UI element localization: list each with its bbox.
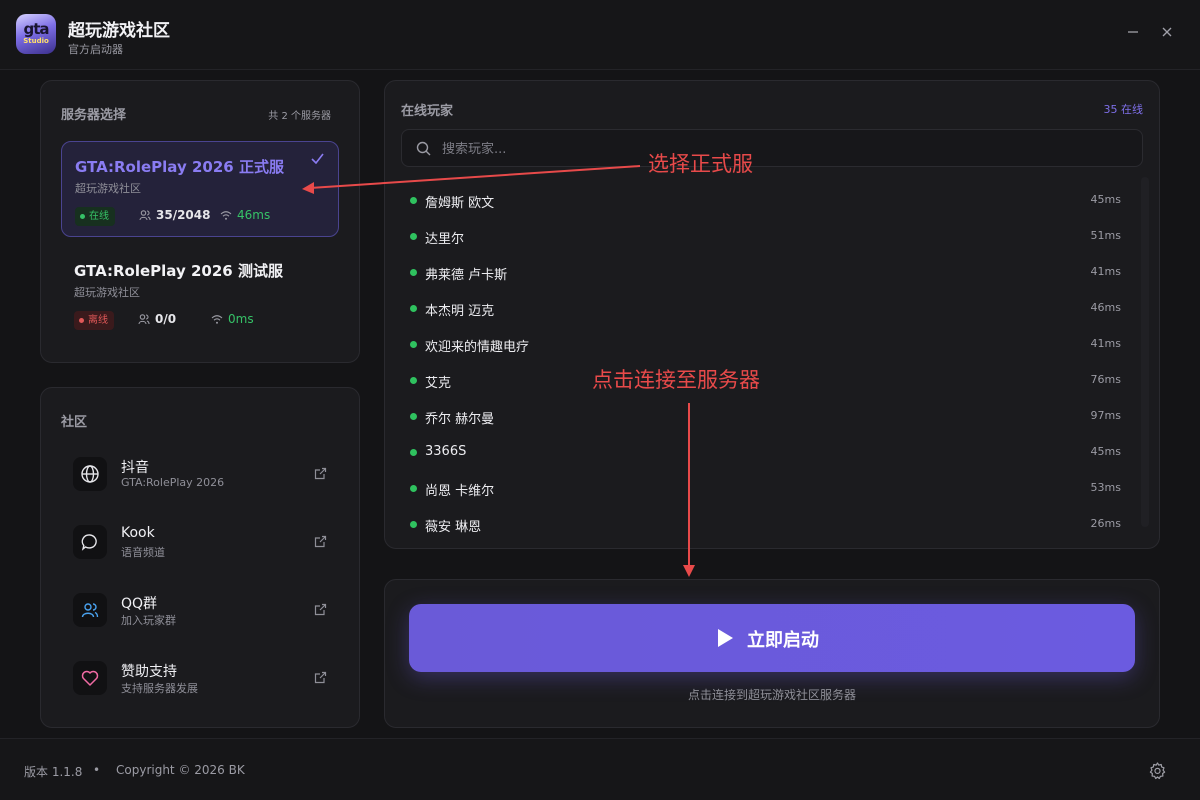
annotation-arrowhead-connect bbox=[683, 565, 695, 577]
annotation-arrows bbox=[302, 165, 695, 577]
annotation-select-server: 选择正式服 bbox=[648, 152, 753, 176]
annotation-click-connect: 点击连接至服务器 bbox=[592, 368, 760, 392]
annotation-arrow-select bbox=[309, 165, 641, 189]
annotation-arrowhead-select bbox=[302, 182, 314, 194]
